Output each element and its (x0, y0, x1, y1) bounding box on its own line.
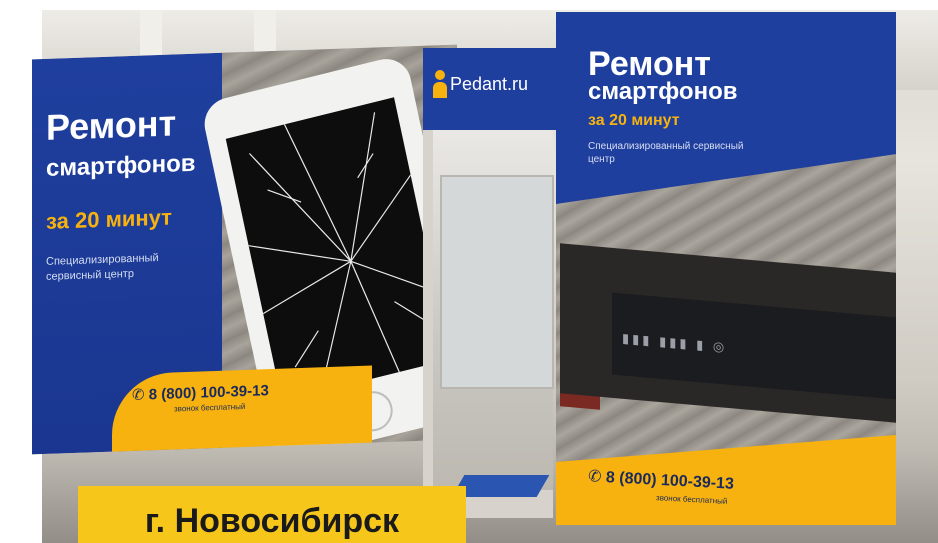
right-banner-minutes: за 20 минут (588, 112, 680, 129)
phone-icon: ✆ (132, 386, 149, 404)
left-banner-title: Ремонт (46, 102, 177, 148)
pedant-person-icon (433, 70, 447, 100)
left-banner-subtitle: смартфонов (46, 149, 196, 182)
phone-icon: ✆ (587, 468, 607, 487)
door-glass-panel (440, 175, 554, 389)
left-banner-minutes: за 20 минут (46, 204, 172, 234)
city-caption-box: г. Новосибирск (78, 486, 466, 543)
left-banner-description: Специализированный сервисный центр (46, 251, 159, 283)
right-banner-subtitle: смартфонов (588, 78, 738, 105)
door-mat (451, 475, 550, 497)
left-banner: Ремонт смартфонов за 20 минут Специализи… (32, 44, 457, 455)
screen-cracks (248, 112, 436, 392)
right-banner-description: Специализированный сервисный центр (588, 141, 744, 165)
right-banner-title: Ремонт (588, 45, 711, 83)
pedant-logo-text: Pedant.ru (450, 74, 529, 94)
cracked-screen (225, 97, 451, 402)
city-caption: г. Новосибирск (144, 502, 400, 540)
